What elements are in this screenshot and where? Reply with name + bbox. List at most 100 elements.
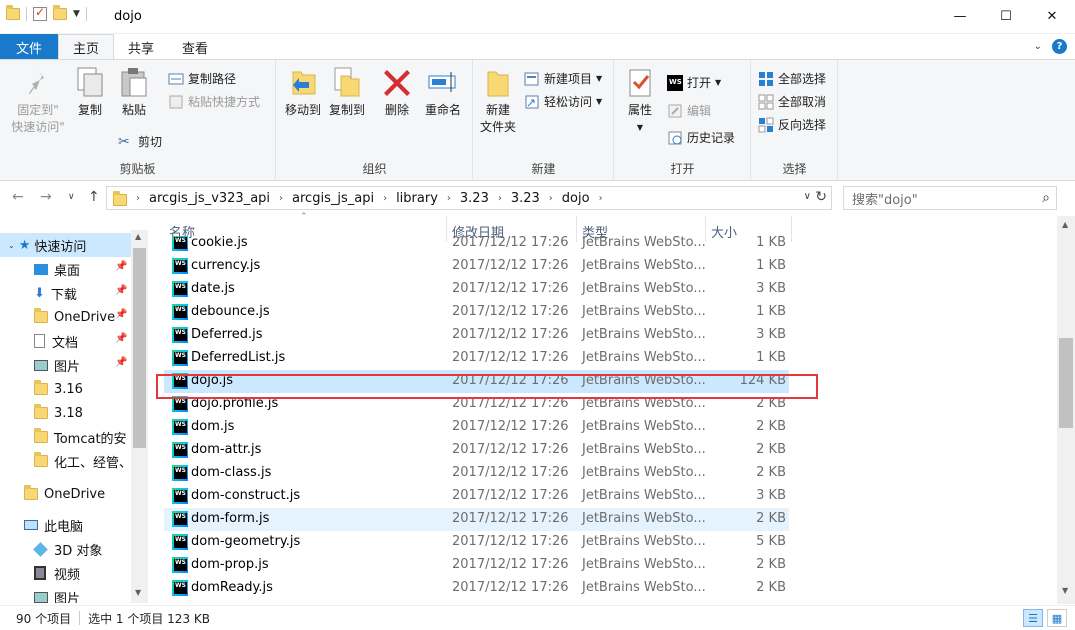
copy-to-button[interactable]: 复制到 [327, 66, 367, 119]
address-bar[interactable]: › arcgis_js_v323_api › arcgis_js_api › librar… [106, 186, 832, 210]
file-row[interactable]: dom.js 2017/12/12 17:26 JetBrains WebSto..… [164, 416, 789, 439]
rename-button[interactable]: 重命名 [421, 66, 465, 119]
properties-button[interactable]: 属性 ▼ [623, 66, 657, 136]
easy-access-button[interactable]: 轻松访问 ▼ [524, 93, 602, 110]
file-row[interactable]: Deferred.js 2017/12/12 17:26 JetBrains Web… [164, 324, 789, 347]
file-date: 2017/12/12 17:26 [452, 534, 569, 549]
nav-quick-item[interactable]: 桌面 [0, 257, 80, 281]
delete-button[interactable]: 删除 [381, 66, 413, 119]
breadcrumb-separator-icon[interactable]: › [447, 193, 451, 204]
file-row[interactable]: dom-prop.js 2017/12/12 17:26 JetBrains Web… [164, 554, 789, 577]
pin-icon[interactable]: 📌 [115, 309, 127, 320]
nav-quick-item[interactable]: 化工、经管、 [0, 449, 132, 473]
file-row[interactable]: DeferredList.js 2017/12/12 17:26 JetBrains… [164, 347, 789, 370]
expand-chevron-icon[interactable]: ⌄ [8, 241, 15, 250]
scroll-up-icon[interactable]: ▲ [135, 232, 141, 241]
nav-pc-item[interactable]: 图片 [0, 585, 80, 603]
pin-icon[interactable]: 📌 [115, 261, 127, 272]
file-row[interactable]: dom-geometry.js 2017/12/12 17:26 JetBrains… [164, 531, 789, 554]
nav-scrollbar-thumb[interactable] [133, 248, 146, 448]
tab-view[interactable]: 查看 [168, 34, 222, 60]
copy-path-button[interactable]: 复制路径 [168, 70, 236, 87]
pin-icon[interactable]: 📌 [115, 333, 127, 344]
breadcrumb-separator-icon[interactable]: › [498, 193, 502, 204]
file-list-scrollbar-thumb[interactable] [1059, 338, 1073, 428]
scroll-down-icon[interactable]: ▼ [135, 588, 141, 597]
file-list-scrollbar[interactable]: ▲ ▼ [1057, 216, 1075, 604]
details-view-icon[interactable]: ☰ [1023, 609, 1043, 627]
nav-quick-access[interactable]: ⌄ ★ 快速访问 [0, 233, 131, 257]
breadcrumb-item[interactable]: arcgis_js_api [292, 191, 374, 206]
file-row[interactable]: dom-attr.js 2017/12/12 17:26 JetBrains Web… [164, 439, 789, 462]
pin-icon[interactable]: 📌 [115, 357, 127, 368]
edit-button[interactable]: 编辑 [667, 102, 711, 119]
file-row[interactable]: domReady.js 2017/12/12 17:26 JetBrains Web… [164, 577, 789, 600]
search-input[interactable]: 搜索"dojo" ⌕ [843, 186, 1057, 210]
copy-button[interactable]: 复制 [74, 66, 106, 119]
history-button[interactable]: 历史记录 [667, 129, 735, 146]
select-none-button[interactable]: 全部取消 [758, 93, 826, 110]
nav-pc-item[interactable]: 视频 [0, 561, 80, 585]
up-arrow-icon[interactable]: ↑ [88, 189, 100, 205]
file-row[interactable]: date.js 2017/12/12 17:26 JetBrains WebSto.… [164, 278, 789, 301]
nav-scrollbar[interactable]: ▲ ▼ [131, 230, 148, 603]
expand-ribbon-icon[interactable]: ⌄ [1034, 41, 1042, 52]
paste-button[interactable]: 粘贴 [116, 66, 152, 119]
large-icons-view-icon[interactable]: ▦ [1047, 609, 1067, 627]
paste-shortcut-button[interactable]: 粘贴快捷方式 [168, 93, 260, 110]
select-all-button[interactable]: 全部选择 [758, 70, 826, 87]
file-row[interactable]: currency.js 2017/12/12 17:26 JetBrains Web… [164, 255, 789, 278]
new-folder-button[interactable]: 新建 文件夹 [478, 66, 518, 136]
file-row[interactable]: cookie.js 2017/12/12 17:26 JetBrains WebSt… [164, 236, 789, 255]
open-button[interactable]: WS 打开 ▼ [667, 74, 721, 91]
nav-quick-item[interactable]: Tomcat的安 [0, 425, 127, 449]
minimize-button[interactable]: — [937, 0, 983, 32]
nav-this-pc[interactable]: 此电脑 [0, 513, 83, 537]
breadcrumb-separator-icon[interactable]: › [136, 193, 140, 204]
breadcrumb-item[interactable]: 3.23 [460, 191, 489, 206]
nav-quick-item[interactable]: ⬇ 下载 [0, 281, 77, 305]
nav-onedrive[interactable]: OneDrive [0, 482, 105, 506]
qat-dropdown-icon[interactable]: ▼ [73, 9, 80, 19]
file-row[interactable]: dom-form.js 2017/12/12 17:26 JetBrains Web… [164, 508, 789, 531]
nav-quick-item[interactable]: 图片 [0, 353, 80, 377]
nav-quick-item[interactable]: OneDrive [0, 305, 115, 329]
forward-arrow-icon[interactable]: → [40, 189, 52, 205]
breadcrumb-item[interactable]: library [396, 191, 438, 206]
breadcrumb-item[interactable]: dojo [562, 191, 590, 206]
close-button[interactable]: ✕ [1029, 0, 1075, 32]
scroll-up-icon[interactable]: ▲ [1062, 220, 1068, 229]
breadcrumb-separator-icon[interactable]: › [599, 193, 603, 204]
pin-icon[interactable]: 📌 [115, 285, 127, 296]
cut-button[interactable]: ✂ 剪切 [118, 133, 162, 150]
tab-file[interactable]: 文件 [0, 34, 59, 60]
tab-home[interactable]: 主页 [58, 34, 115, 60]
breadcrumb-item[interactable]: 3.23 [511, 191, 540, 206]
file-row[interactable]: dom-class.js 2017/12/12 17:26 JetBrains We… [164, 462, 789, 485]
help-icon[interactable]: ? [1052, 39, 1067, 54]
invert-selection-button[interactable]: 反向选择 [758, 116, 826, 133]
new-item-button[interactable]: 新建项目 ▼ [524, 70, 602, 87]
file-row[interactable]: debounce.js 2017/12/12 17:26 JetBrains Web… [164, 301, 789, 324]
breadcrumb-separator-icon[interactable]: › [383, 193, 387, 204]
back-arrow-icon[interactable]: ← [12, 189, 24, 205]
nav-quick-item[interactable]: 文档 [0, 329, 78, 353]
breadcrumb-separator-icon[interactable]: › [279, 193, 283, 204]
address-dropdown-icon[interactable]: ∨ [804, 191, 811, 202]
nav-quick-item[interactable]: 3.18 [0, 401, 83, 425]
properties-quick-icon[interactable] [33, 5, 47, 21]
breadcrumb-separator-icon[interactable]: › [549, 193, 553, 204]
scroll-down-icon[interactable]: ▼ [1062, 586, 1068, 595]
refresh-icon[interactable]: ↻ [815, 189, 827, 205]
new-folder-quick-icon[interactable] [53, 5, 67, 20]
file-row[interactable]: dom-construct.js 2017/12/12 17:26 JetBrain… [164, 485, 789, 508]
maximize-button[interactable]: ☐ [983, 0, 1029, 32]
recent-locations-icon[interactable]: ∨ [68, 192, 75, 202]
breadcrumb-item[interactable]: arcgis_js_v323_api [149, 191, 270, 206]
move-to-button[interactable]: 移动到 [283, 66, 323, 119]
pin-to-quick-access-button[interactable]: 固定到" 快速访问" [8, 66, 68, 136]
nav-pc-item[interactable]: 3D 对象 [0, 537, 102, 561]
search-icon[interactable]: ⌕ [1042, 190, 1050, 206]
tab-share[interactable]: 共享 [114, 34, 168, 60]
nav-quick-item[interactable]: 3.16 [0, 377, 83, 401]
